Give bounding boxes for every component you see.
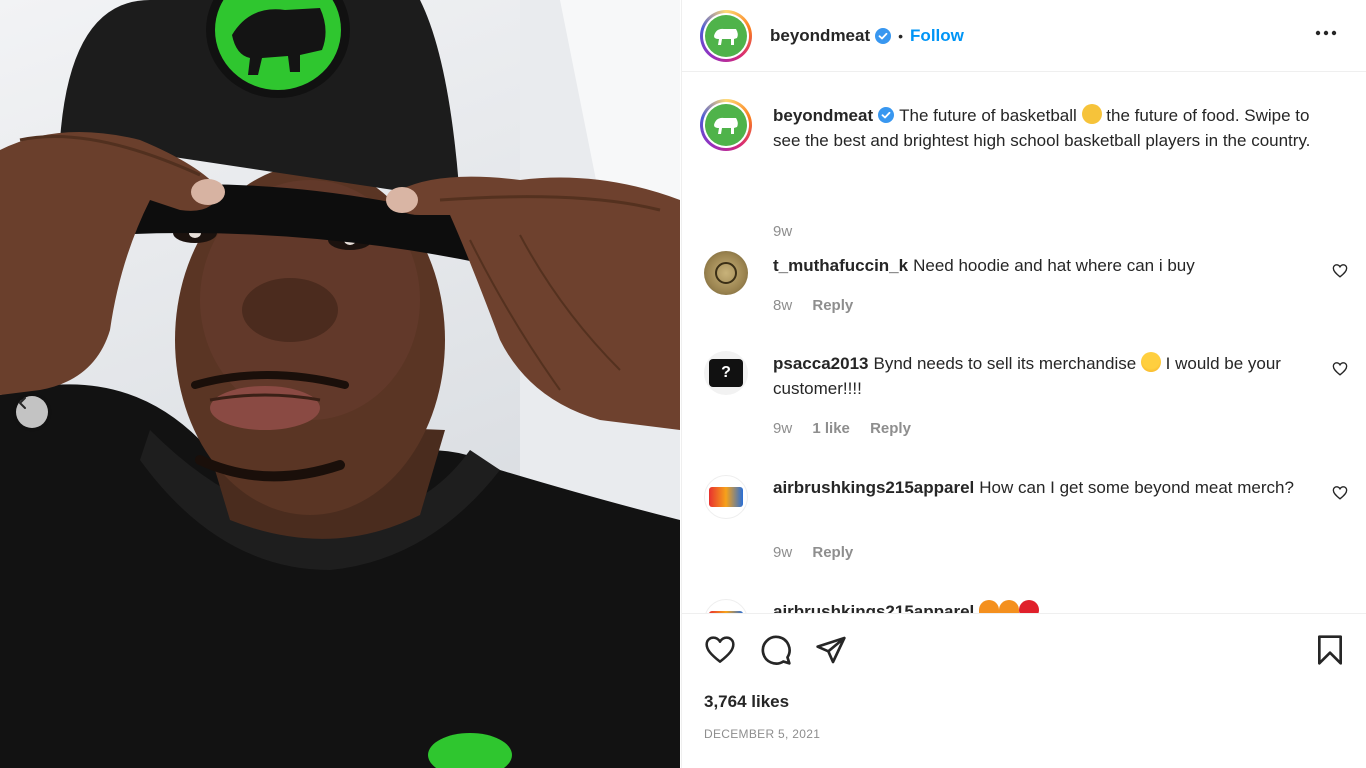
like-count[interactable]: 3,764 likes: [704, 692, 789, 712]
comment-meta: 8w Reply: [773, 297, 869, 314]
follow-button[interactable]: Follow: [910, 26, 964, 46]
comment-like-count[interactable]: 1 like: [812, 420, 850, 437]
caption-text: beyondmeat The future of basketball the f…: [773, 103, 1334, 153]
comment-bubble-icon[interactable]: [760, 634, 792, 671]
beyond-meat-logo-icon: [714, 117, 738, 134]
commenter-avatar[interactable]: [704, 251, 748, 295]
post-image[interactable]: [0, 0, 680, 768]
save-bookmark-icon[interactable]: [1316, 634, 1344, 671]
reply-button[interactable]: Reply: [870, 420, 911, 437]
caption-author-avatar[interactable]: [700, 99, 752, 151]
handshake-emoji-icon: [1081, 104, 1102, 124]
commenter-avatar[interactable]: ?: [704, 351, 748, 395]
comment-age[interactable]: 9w: [773, 544, 792, 561]
like-heart-icon[interactable]: [704, 634, 736, 669]
comment-username[interactable]: airbrushkings215apparel: [773, 602, 974, 613]
author-avatar[interactable]: [700, 9, 752, 62]
star-struck-emoji-icon: [1140, 352, 1161, 372]
comments-list[interactable]: beyondmeat The future of basketball the f…: [682, 73, 1366, 613]
more-options-icon[interactable]: [1314, 24, 1338, 42]
separator-dot: •: [898, 27, 904, 44]
caption-meta: 9w: [773, 223, 808, 240]
caption-username[interactable]: beyondmeat: [773, 106, 873, 125]
comment-text: airbrushkings215apparel How can I get som…: [773, 475, 1304, 500]
red-heart-emoji-icon: [1019, 600, 1040, 613]
carousel-prev-button[interactable]: [16, 396, 48, 428]
caption-text-part-1: The future of basketball: [899, 106, 1077, 125]
post-photo: [0, 0, 680, 768]
comment-text: psacca2013 Bynd needs to sell its merchan…: [773, 351, 1304, 401]
comment-username[interactable]: airbrushkings215apparel: [773, 478, 974, 497]
fire-emoji-icon: [999, 600, 1020, 613]
comment-body: Need hoodie and hat where can i buy: [913, 256, 1195, 275]
comment-meta: 9w Reply: [773, 544, 869, 561]
author-username[interactable]: beyondmeat: [770, 26, 870, 46]
comment-like-heart-icon[interactable]: [1332, 263, 1348, 283]
share-paper-plane-icon[interactable]: [815, 634, 847, 671]
comment-age[interactable]: 8w: [773, 297, 792, 314]
beyond-meat-logo-icon: [714, 28, 738, 45]
verified-badge-icon: [878, 107, 895, 123]
comment-body: How can I get some beyond meat merch?: [979, 478, 1294, 497]
commenter-avatar[interactable]: [704, 599, 748, 613]
post-date: DECEMBER 5, 2021: [704, 727, 821, 741]
post-side-panel: beyondmeat • Follow beyondmeat The futur…: [681, 0, 1366, 768]
comment-body-part-1: Bynd needs to sell its merchandise: [873, 354, 1137, 373]
comment-username[interactable]: psacca2013: [773, 354, 868, 373]
comment-text: airbrushkings215apparel: [773, 599, 1304, 613]
verified-badge-icon: [875, 27, 892, 44]
chevron-left-icon: [19, 397, 26, 409]
caption-age[interactable]: 9w: [773, 223, 792, 240]
comment-meta: 9w 1 like Reply: [773, 420, 927, 437]
fire-emoji-icon: [979, 600, 1000, 613]
comment-username[interactable]: t_muthafuccin_k: [773, 256, 908, 275]
comment-like-heart-icon[interactable]: [1332, 485, 1348, 505]
commenter-avatar[interactable]: [704, 475, 748, 519]
reply-button[interactable]: Reply: [812, 544, 853, 561]
post-actions: 3,764 likes DECEMBER 5, 2021: [682, 613, 1366, 768]
comment-age[interactable]: 9w: [773, 420, 792, 437]
comment-text: t_muthafuccin_k Need hoodie and hat where…: [773, 253, 1304, 278]
post-header: beyondmeat • Follow: [682, 0, 1366, 72]
comment-like-heart-icon[interactable]: [1332, 361, 1348, 381]
reply-button[interactable]: Reply: [812, 297, 853, 314]
